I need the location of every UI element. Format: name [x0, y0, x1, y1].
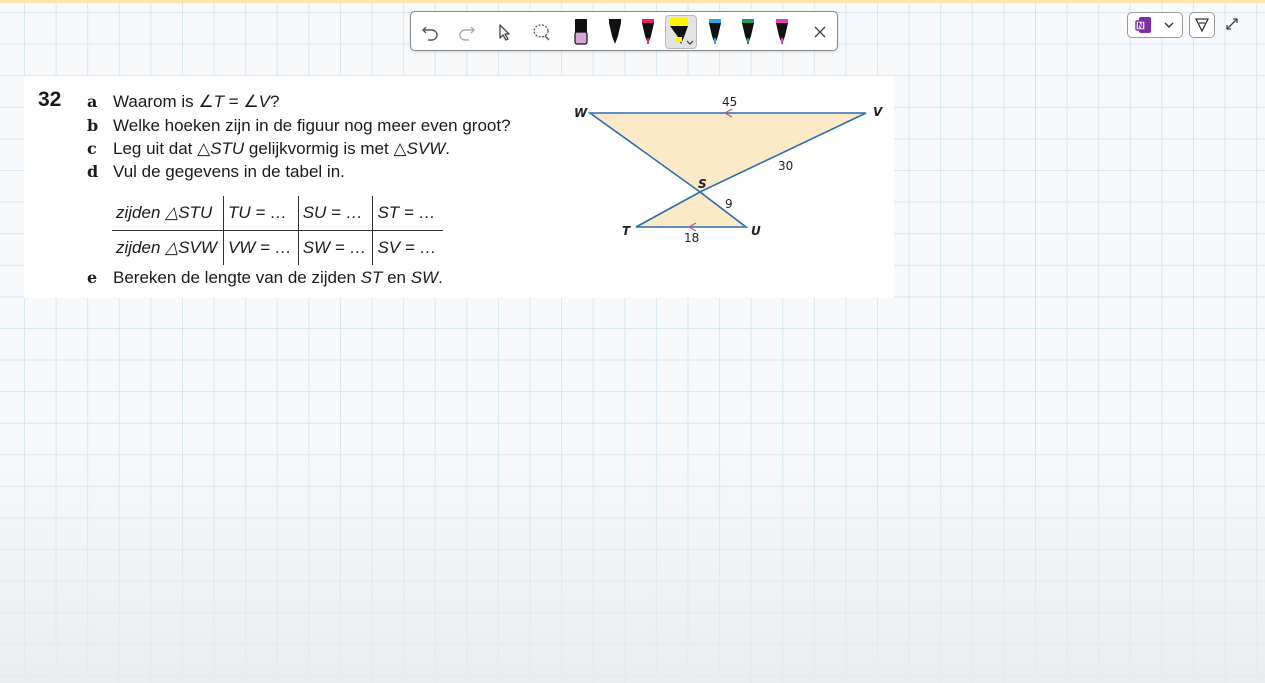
table-cell: VW = … [222, 230, 299, 265]
length-su: 9 [725, 197, 733, 211]
eraser-icon [574, 19, 588, 45]
side-name: SW [410, 268, 439, 287]
question-text: Vul de gegevens in de tabel in. [113, 162, 345, 181]
question-text: gelijkvormig is met △ [244, 139, 407, 158]
question-text: Waarom is ∠ [113, 92, 214, 111]
angle-name: V [258, 92, 270, 111]
pen-tip-icon [1194, 18, 1210, 33]
undo-button[interactable] [417, 18, 443, 46]
lasso-icon [533, 24, 550, 41]
question-text: Bereken de lengte van de zijden [113, 268, 361, 287]
data-table: zijden △STU TU = … SU = … ST = … zijden … [112, 196, 443, 265]
vertex-s: S [698, 177, 707, 191]
table-row: zijden △STU TU = … SU = … ST = … [112, 196, 443, 231]
question-letter: c [87, 139, 97, 158]
question-letter: b [87, 116, 99, 135]
pen-toolbar [410, 11, 838, 51]
question-text: Welke hoeken zijn in de figuur nog meer … [113, 116, 511, 135]
highlighter-icon [670, 18, 694, 45]
vertex-t: T [622, 224, 631, 238]
vertex-v: V [873, 105, 884, 119]
table-cell: ST = … [372, 196, 443, 231]
question-text: = ∠ [223, 92, 259, 111]
table-row: zijden △SVW VW = … SW = … SV = … [112, 230, 443, 265]
redo-icon [459, 26, 475, 41]
exercise-number: 32 [38, 88, 62, 111]
black-pen-icon [609, 19, 621, 44]
pen-magenta[interactable] [769, 18, 795, 46]
length-wv: 45 [722, 95, 737, 109]
pen-yellow-highlighter[interactable] [665, 15, 697, 49]
onenote-dropdown[interactable]: N [1127, 12, 1183, 38]
triangle-name: STU [210, 139, 245, 158]
vertex-w: W [574, 106, 588, 120]
triangle-name: SVW [406, 139, 446, 158]
angle-name: T [213, 92, 224, 111]
select-button[interactable] [491, 18, 517, 46]
pen-red[interactable] [635, 18, 661, 46]
question-letter: d [87, 162, 99, 181]
close-icon [814, 26, 826, 38]
question-letter: a [87, 92, 98, 111]
question-text: . [438, 268, 443, 287]
close-toolbar-button[interactable] [807, 18, 833, 46]
question-a: a Waarom is ∠T = ∠V? [87, 92, 279, 112]
undo-icon [422, 26, 438, 41]
question-b: b Welke hoeken zijn in de figuur nog meer… [87, 116, 511, 136]
pen-blue[interactable] [702, 18, 728, 46]
red-pen-icon [642, 19, 654, 44]
question-letter: e [87, 268, 98, 287]
chevron-down-icon [1164, 22, 1174, 28]
table-cell: SV = … [372, 230, 443, 265]
question-text: ? [269, 92, 280, 111]
onenote-icon: N [1135, 17, 1151, 33]
question-c: c Leg uit dat △STU gelijkvormig is met △S… [87, 139, 450, 159]
table-cell: zijden △STU [112, 196, 224, 231]
question-e: e Bereken de lengte van de zijden ST en S… [87, 268, 443, 288]
triangles-figure: W V S T U 45 30 9 18 [574, 95, 884, 245]
length-sv: 30 [778, 159, 793, 173]
question-d: d Vul de gegevens in de tabel in. [87, 162, 345, 182]
table-cell: TU = … [222, 196, 299, 231]
exercise-sheet: 32 a Waarom is ∠T = ∠V? b Welke hoeken zij… [24, 76, 894, 298]
redo-button[interactable] [454, 18, 480, 46]
pointer-icon [499, 24, 510, 41]
green-pen-icon [742, 19, 754, 44]
side-name: ST [360, 268, 383, 287]
magenta-pen-icon [776, 19, 788, 44]
table-cell: zijden △SVW [116, 238, 217, 257]
question-text: . [445, 139, 451, 158]
svg-text:N: N [1137, 22, 1144, 31]
question-text: Leg uit dat △ [113, 139, 211, 158]
pen-eraser[interactable] [568, 18, 594, 46]
pen-green[interactable] [735, 18, 761, 46]
pen-black[interactable] [602, 18, 628, 46]
blue-pen-icon [709, 19, 721, 44]
vertex-u: U [751, 224, 761, 238]
question-text: en [382, 268, 411, 287]
length-tu: 18 [684, 231, 699, 245]
accent-stripe [0, 0, 1265, 3]
expand-button[interactable] [1222, 14, 1242, 34]
table-cell: SU = … [297, 196, 373, 231]
triangle-svw [587, 112, 867, 193]
table-cell: SW = … [297, 230, 373, 265]
lasso-button[interactable] [528, 18, 554, 46]
pen-mode-button[interactable] [1189, 12, 1215, 38]
expand-icon [1226, 18, 1238, 30]
